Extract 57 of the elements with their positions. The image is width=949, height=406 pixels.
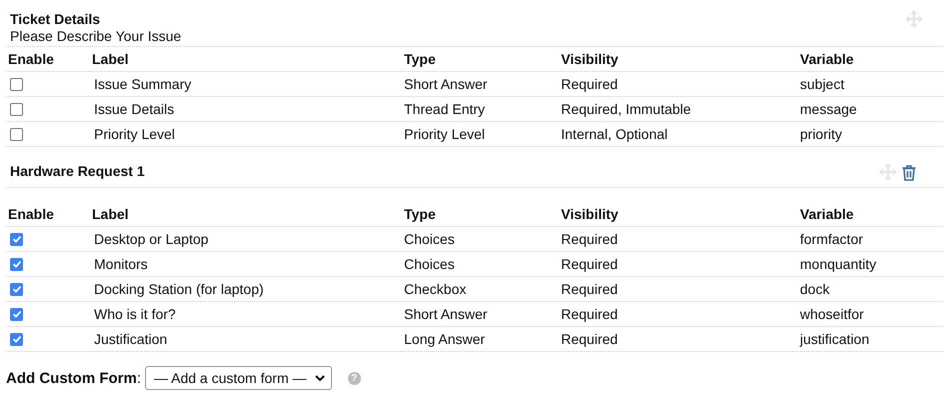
table-cell-text: Choices	[403, 231, 456, 247]
trash-icon[interactable]	[901, 164, 917, 180]
table-cell-text: dock	[799, 281, 831, 297]
checkbox[interactable]	[10, 258, 23, 270]
checkbox[interactable]	[10, 332, 23, 346]
table-cell-text: Priority Level	[403, 126, 486, 142]
table-cell-text: formfactor	[799, 231, 864, 247]
checkbox[interactable]	[10, 308, 23, 320]
column-header: Enable	[7, 51, 55, 67]
column-header: Visibility	[560, 51, 620, 67]
section-title: Ticket Details	[10, 10, 102, 28]
table-cell-text: Required, Immutable	[560, 101, 692, 117]
table-cell-text: Required	[560, 306, 619, 322]
table-cell-text: Choices	[403, 256, 456, 272]
column-header: Type	[403, 51, 437, 67]
checkbox[interactable]	[10, 282, 23, 296]
table-cell-text: justification	[798, 331, 870, 347]
table-cell-text: monquantity	[799, 256, 878, 272]
table-cell-text: Issue Details	[93, 101, 176, 117]
checkbox[interactable]	[10, 232, 23, 246]
table-cell-text: Internal, Optional	[560, 126, 669, 142]
table-cell-text: Thread Entry	[403, 101, 486, 117]
table-cell-text: Long Answer	[403, 331, 486, 347]
table-cell-text: whoseitfor	[799, 306, 865, 322]
table-cell-text: Required	[560, 76, 619, 92]
table-cell-text: Justification	[93, 331, 168, 347]
column-header: Label	[92, 51, 130, 67]
column-header: Type	[403, 206, 437, 222]
checkbox[interactable]	[10, 128, 23, 140]
table-cell-text: Required	[560, 256, 619, 272]
table-cell-text: Required	[560, 331, 619, 347]
column-header: Label	[92, 206, 130, 222]
table-cell-text: Priority Level	[93, 126, 176, 142]
column-header: Variable	[799, 206, 855, 222]
section-subtitle: Please Describe Your Issue	[10, 28, 182, 44]
table-cell-text: Monitors	[93, 256, 149, 272]
column-header: Visibility	[560, 206, 620, 222]
table-cell-text: Checkbox	[403, 281, 468, 297]
table-cell-text: message	[799, 101, 858, 117]
section-title: Hardware Request 1	[10, 163, 145, 179]
table-cell-text: subject	[799, 76, 846, 92]
table-cell-text: Docking Station (for laptop)	[93, 281, 265, 297]
column-header: Variable	[799, 51, 855, 67]
checkbox[interactable]	[10, 78, 23, 90]
table-cell-text: Required	[560, 231, 619, 247]
field-label: Add Custom Form:	[6, 370, 141, 386]
table-cell-text: priority	[799, 126, 844, 142]
table-cell-text: Issue Summary	[93, 76, 192, 92]
table-cell-text: Who is it for?	[93, 306, 177, 322]
column-header: Enable	[7, 206, 55, 222]
checkbox[interactable]	[10, 102, 23, 116]
custom-form-dropdown[interactable]: — Add a custom form —	[145, 366, 332, 390]
table-cell-text: Desktop or Laptop	[93, 231, 210, 247]
table-cell-text: Required	[560, 281, 619, 297]
table-cell-text: Short Answer	[403, 76, 488, 92]
table-cell-text: Short Answer	[403, 306, 488, 322]
caret-icon	[314, 374, 324, 382]
